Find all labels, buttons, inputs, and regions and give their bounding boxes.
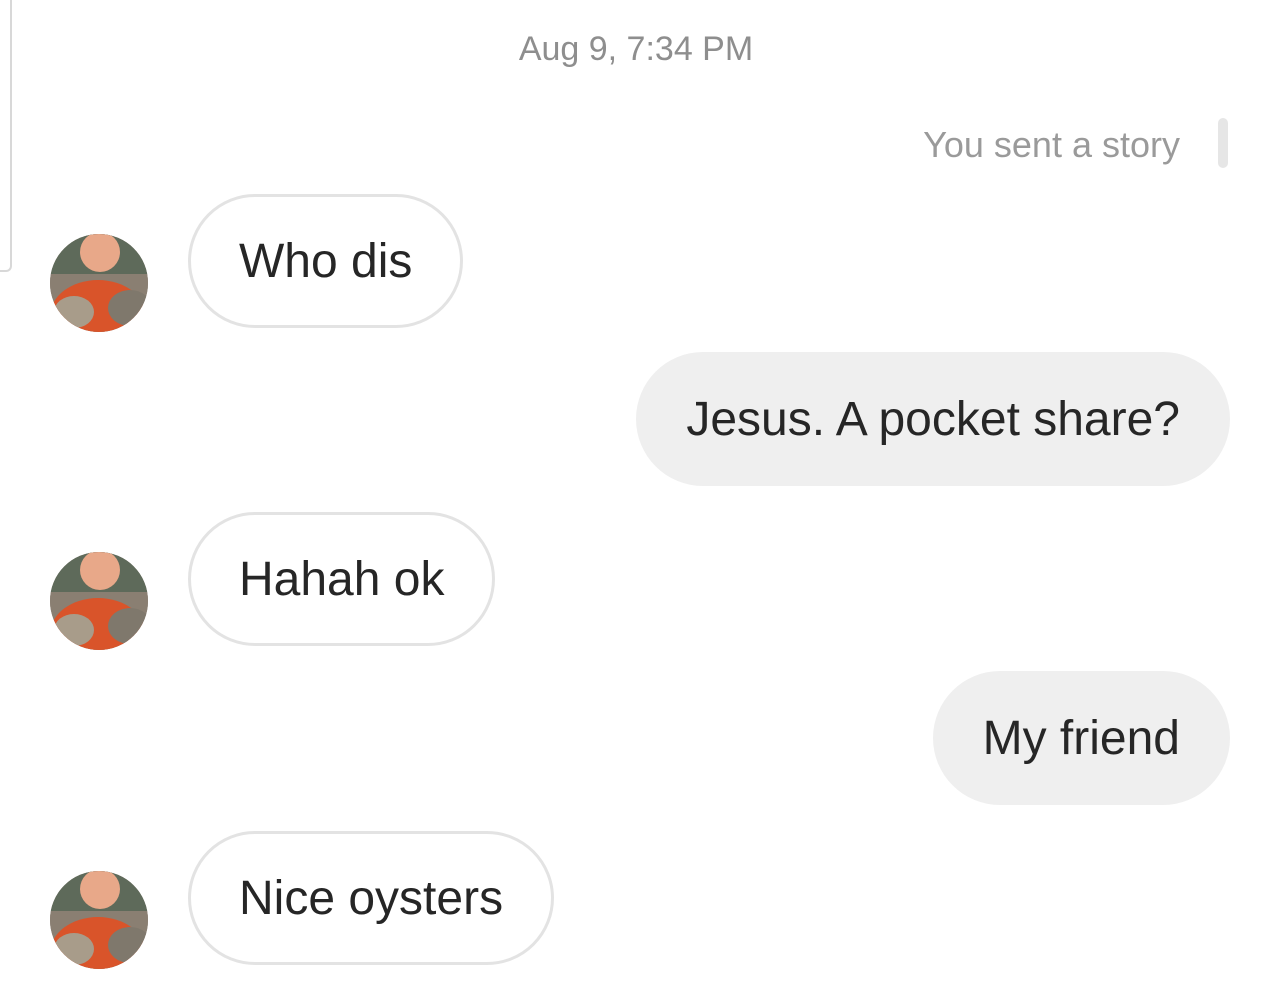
message-timestamp: Aug 9, 7:34 PM	[518, 30, 754, 68]
profile-photo-icon	[50, 552, 148, 650]
direct-message-thread: Aug 9, 7:34 PM You sent a story Who dis …	[0, 0, 1272, 1004]
incoming-message-bubble[interactable]: Nice oysters	[188, 831, 555, 965]
sent-story-note: You sent a story	[923, 124, 1180, 165]
message-text: Nice oysters	[239, 871, 504, 925]
message-text: Jesus. A pocket share?	[686, 392, 1180, 446]
outgoing-message-bubble[interactable]: Jesus. A pocket share?	[636, 352, 1230, 486]
profile-photo-icon	[50, 234, 148, 332]
sender-avatar[interactable]	[50, 552, 148, 650]
incoming-message-bubble[interactable]: Who dis	[188, 194, 464, 328]
incoming-message-bubble[interactable]: Hahah ok	[188, 512, 496, 646]
story-reply-indicator	[1218, 118, 1228, 168]
message-text: Who dis	[239, 234, 413, 288]
message-text: Hahah ok	[239, 552, 445, 606]
outgoing-message-bubble[interactable]: My friend	[932, 671, 1230, 805]
message-text: My friend	[982, 711, 1180, 765]
sender-avatar[interactable]	[50, 871, 148, 969]
sender-avatar[interactable]	[50, 234, 148, 332]
profile-photo-icon	[50, 871, 148, 969]
